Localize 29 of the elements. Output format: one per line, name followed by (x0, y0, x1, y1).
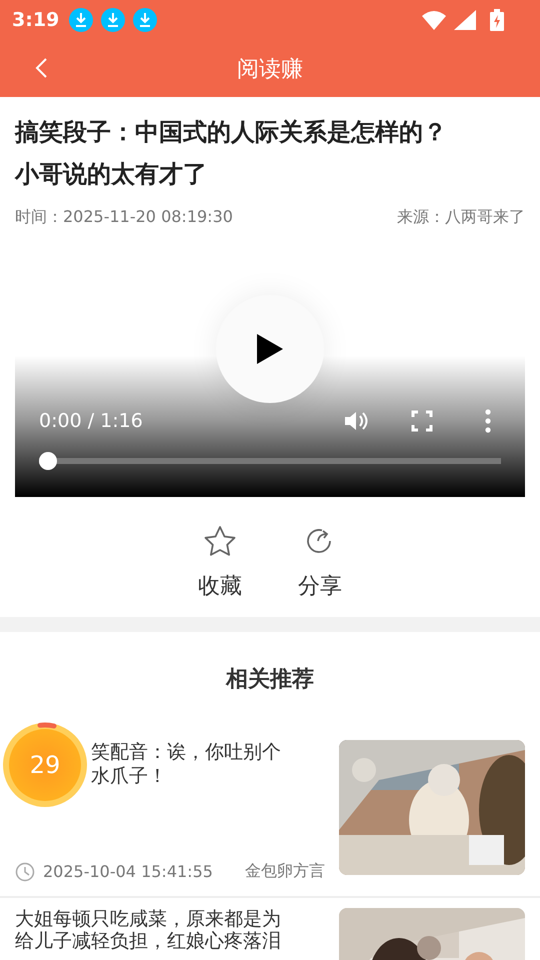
share-button[interactable]: 分享 (298, 525, 342, 601)
video-time: 0:00 / 1:16 (39, 410, 144, 432)
download-icon (133, 8, 158, 32)
publish-time: 时间：2025-11-20 08:19:30 (15, 207, 233, 228)
related-title[interactable]: 水爪子！ (91, 764, 325, 788)
section-heading: 相关推荐 (224, 666, 315, 694)
download-icon (69, 8, 94, 32)
fullscreen-button[interactable] (409, 408, 435, 434)
related-title[interactable]: 给儿子减轻负担，红娘心疼落泪 (15, 930, 325, 952)
battery-charging-icon (490, 9, 504, 31)
related-source: 金包卵方言 (245, 861, 325, 882)
seek-thumb[interactable] (39, 452, 57, 470)
star-icon (203, 525, 237, 557)
favorite-button[interactable]: 收藏 (198, 525, 242, 601)
article-source: 来源：八两哥来了 (397, 207, 525, 228)
play-icon (255, 332, 285, 366)
article-title: 搞笑段子：中国式的人际关系是怎样的？ (15, 117, 448, 148)
related-date: 2025-10-04 15:41:55 (43, 862, 213, 881)
wifi-icon (422, 10, 446, 30)
fullscreen-icon (409, 408, 435, 434)
signal-icon (454, 10, 476, 30)
status-time: 3:19 (12, 9, 60, 31)
download-icon (101, 8, 126, 32)
related-title[interactable]: 大姐每顿只吃咸菜，原来都是为 (15, 908, 325, 930)
screen-title: 阅读赚 (237, 56, 303, 84)
clock-icon (15, 862, 35, 882)
article-title: 小哥说的太有才了 (15, 159, 208, 190)
related-title[interactable]: 笑配音：诶，你吐别个 (91, 740, 325, 764)
more-icon (485, 409, 491, 433)
